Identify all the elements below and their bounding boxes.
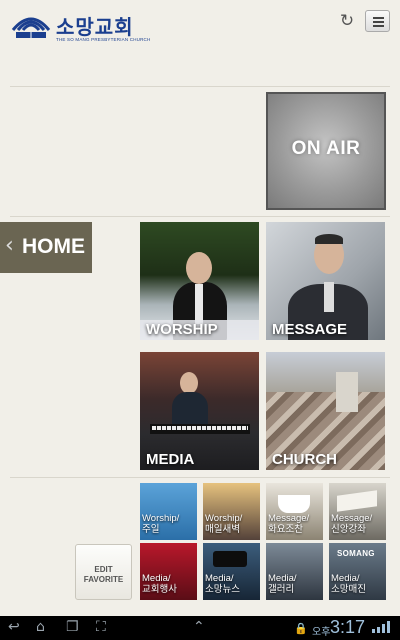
- clock-ampm: 오후: [312, 627, 331, 638]
- divider: [10, 477, 390, 478]
- book-icon: [337, 490, 377, 512]
- favorite-media-magazine[interactable]: SOMANG Media/ 소망매진: [329, 543, 386, 600]
- divider: [10, 86, 390, 87]
- divider: [10, 216, 390, 217]
- logo-emblem-icon: [11, 17, 51, 38]
- favorite-label: Message/ 신앙강좌: [331, 513, 373, 535]
- camera-icon: [213, 551, 247, 567]
- edit-favorite-line1: EDIT: [94, 565, 113, 574]
- favorite-worship-daily-dawn[interactable]: Worship/ 매일새벽: [203, 483, 260, 540]
- edit-favorite-line2: FAVORITE: [83, 575, 124, 584]
- favorite-label: Worship/ 주일: [142, 513, 180, 535]
- favorite-label: Media/ 소망뉴스: [205, 573, 240, 595]
- menu-button[interactable]: [365, 10, 390, 32]
- coffee-cup-icon: [278, 495, 310, 513]
- favorite-media-church-events[interactable]: Media/ 교회행사: [140, 543, 197, 600]
- favorite-label: Media/ 갤러리: [268, 573, 297, 595]
- menu-icon: [373, 17, 384, 19]
- chevron-up-icon[interactable]: ⌃: [193, 619, 205, 635]
- tile-media-label: MEDIA: [146, 451, 195, 468]
- favorite-label: Media/ 소망매진: [331, 573, 366, 595]
- favorite-worship-sunday[interactable]: Worship/ 주일: [140, 483, 197, 540]
- recent-apps-icon[interactable]: ❐: [66, 619, 79, 635]
- logo-title: 소망교회: [56, 17, 134, 39]
- home-tab[interactable]: ‹ HOME: [0, 222, 92, 273]
- tile-message-label: MESSAGE: [272, 321, 348, 338]
- lock-icon: 🔒: [294, 622, 308, 635]
- edit-favorite-button[interactable]: EDIT FAVORITE: [75, 544, 132, 600]
- church-logo[interactable]: 소망교회 THE SO MANG PRESBYTERIAN CHURCH: [10, 8, 150, 44]
- tile-message[interactable]: MESSAGE: [266, 222, 385, 340]
- favorite-media-gallery[interactable]: Media/ 갤러리: [266, 543, 323, 600]
- favorite-message-faith-lecture[interactable]: Message/ 신앙강좌: [329, 483, 386, 540]
- tile-church[interactable]: CHURCH: [266, 352, 385, 470]
- tile-church-label: CHURCH: [272, 451, 337, 468]
- refresh-icon[interactable]: ↻: [336, 10, 358, 32]
- on-air-button[interactable]: ON AIR: [266, 92, 386, 210]
- clock-time: 3:17: [330, 617, 366, 637]
- on-air-label: ON AIR: [291, 138, 361, 159]
- favorite-message-tuesday[interactable]: Message/ 화요조찬: [266, 483, 323, 540]
- favorite-label: Message/ 화요조찬: [268, 513, 310, 535]
- screenshot-icon[interactable]: ⛶: [96, 619, 106, 635]
- favorite-label: Worship/ 매일새벽: [205, 513, 243, 535]
- app-header: 소망교회 THE SO MANG PRESBYTERIAN CHURCH ↻: [0, 0, 400, 48]
- tile-worship[interactable]: WORSHIP: [140, 222, 259, 340]
- home-label: HOME: [22, 235, 85, 258]
- tile-media[interactable]: MEDIA: [140, 352, 259, 470]
- home-icon[interactable]: ⌂: [36, 619, 45, 635]
- favorite-media-news[interactable]: Media/ 소망뉴스: [203, 543, 260, 600]
- favorite-label: Media/ 교회행사: [142, 573, 177, 595]
- somang-badge: SOMANG: [337, 549, 375, 558]
- logo-subtitle: THE SO MANG PRESBYTERIAN CHURCH: [56, 37, 151, 42]
- back-icon[interactable]: ↩: [8, 619, 20, 635]
- signal-icon: [372, 621, 390, 633]
- chevron-left-icon: ‹: [5, 233, 14, 258]
- system-navigation-bar: ↩ ⌂ ❐ ⛶ ⌃ 🔒 오후 3:17: [0, 616, 400, 640]
- tile-worship-label: WORSHIP: [146, 321, 218, 338]
